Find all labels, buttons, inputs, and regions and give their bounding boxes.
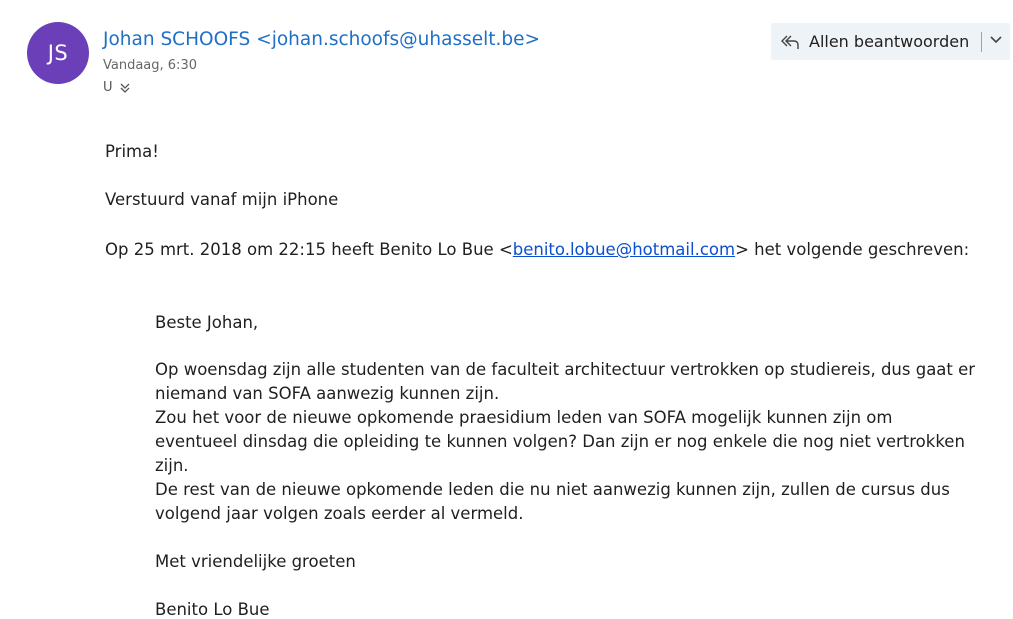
reply-all-button[interactable]: Allen beantwoorden [771,23,979,60]
quote-header-text: > het volgende geschreven: [735,240,970,259]
recipients-line: U [103,80,131,95]
quote-email-link[interactable]: benito.lobue@hotmail.com [513,240,735,259]
quoted-line: De rest van de nieuwe opkomende leden di… [155,480,950,499]
quoted-line: Zou het voor de nieuwe opkomende praesid… [155,408,893,427]
quote-header: Op 25 mrt. 2018 om 22:15 heeft Benito Lo… [105,238,969,262]
message-date: Vandaag, 6:30 [103,58,197,73]
quoted-line: Op woensdag zijn alle studenten van de f… [155,360,976,379]
body-line: Verstuurd vanaf mijn iPhone [105,190,339,209]
sender-email[interactable]: <johan.schoofs@uhasselt.be> [256,29,540,50]
double-chevron-down-icon[interactable] [119,82,131,94]
quoted-greeting: Beste Johan, [155,313,259,332]
chevron-down-icon [989,32,1003,51]
reply-all-split-button: Allen beantwoorden [771,23,1010,60]
reply-options-dropdown[interactable] [982,23,1010,60]
reply-all-label: Allen beantwoorden [809,32,970,51]
reply-all-icon [781,32,801,52]
body-line: Prima! [105,142,159,161]
quoted-signature: Benito Lo Bue [155,600,270,619]
sender[interactable]: Johan SCHOOFS <johan.schoofs@uhasselt.be> [103,29,540,50]
quoted-line: volgend jaar volgen zoals eerder al verm… [155,504,524,523]
quoted-body: Op woensdag zijn alle studenten van de f… [155,358,975,526]
recipient[interactable]: U [103,80,113,95]
quoted-line: niemand van SOFA aanwezig kunnen zijn. [155,384,500,403]
sender-name[interactable]: Johan SCHOOFS [103,29,250,50]
quoted-line: eventueel dinsdag die opleiding te kunne… [155,432,965,451]
quoted-closing: Met vriendelijke groeten [155,552,356,571]
quoted-line: zijn. [155,456,189,475]
avatar[interactable]: JS [27,22,89,84]
email-reading-pane: JS Johan SCHOOFS <johan.schoofs@uhasselt.… [0,0,1013,619]
quote-header-text: Op 25 mrt. 2018 om 22:15 heeft Benito Lo… [105,240,513,259]
